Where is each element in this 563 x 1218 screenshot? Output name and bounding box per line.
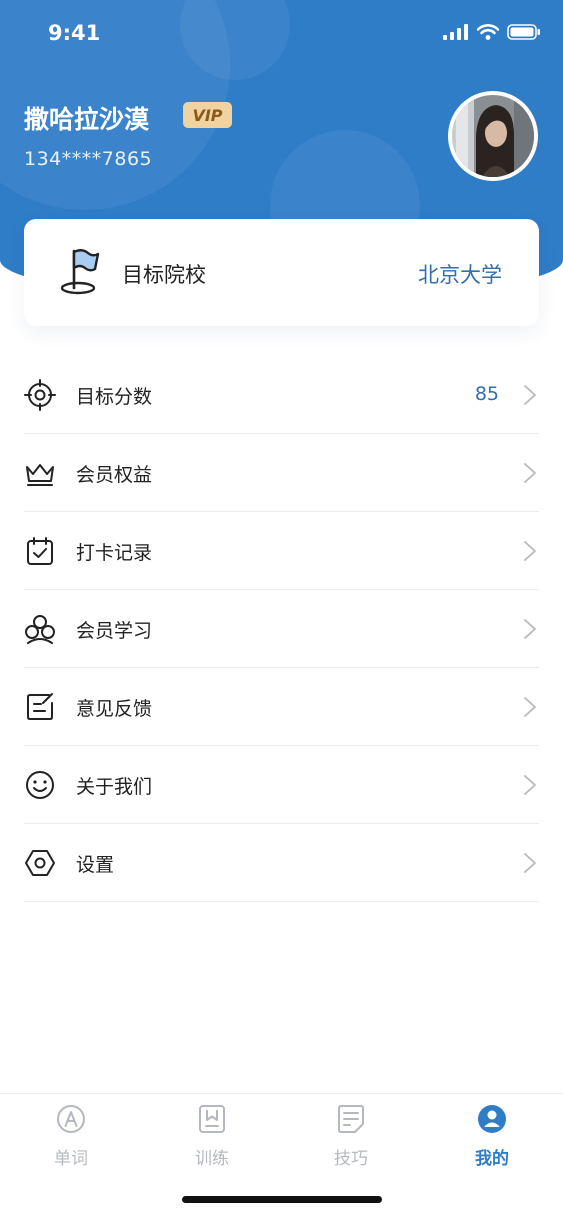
status-icons (443, 24, 541, 40)
menu-item-settings[interactable]: 设置 (24, 824, 539, 902)
tab-label: 我的 (475, 1149, 509, 1169)
group-icon (25, 615, 55, 644)
tab-label: 单词 (54, 1149, 88, 1169)
status-bar: 9:41 (0, 0, 563, 66)
menu-item-label: 意见反馈 (76, 698, 153, 720)
tab-label: 技巧 (334, 1149, 368, 1169)
menu-item-label: 关于我们 (76, 776, 153, 798)
tab-mine[interactable]: 我的 (452, 1102, 532, 1169)
avatar[interactable] (448, 91, 538, 181)
bookmark-book-icon (199, 1105, 225, 1133)
status-time: 9:41 (48, 21, 101, 45)
chevron-right-icon (524, 775, 536, 795)
feedback-icon (27, 693, 53, 720)
menu-item-label: 会员学习 (76, 620, 153, 642)
menu-item-target-score[interactable]: 目标分数 85 (24, 356, 539, 434)
calendar-check-icon (27, 537, 53, 565)
menu-item-member-benefits[interactable]: 会员权益 (24, 434, 539, 512)
crown-icon (26, 464, 54, 486)
battery-icon (507, 24, 540, 40)
menu-item-label: 打卡记录 (76, 542, 153, 564)
settings-icon (25, 850, 55, 876)
menu-item-member-study[interactable]: 会员学习 (24, 590, 539, 668)
target-school-label: 目标院校 (122, 263, 206, 287)
menu-item-label: 会员权益 (76, 464, 153, 486)
wifi-icon (477, 24, 499, 40)
home-indicator (182, 1196, 382, 1203)
chevron-right-icon (524, 385, 536, 405)
avatar-photo (452, 95, 534, 177)
target-icon (24, 379, 56, 411)
chevron-right-icon (524, 619, 536, 639)
profile-icon (478, 1105, 506, 1133)
user-name: 撒哈拉沙漠 (24, 105, 150, 134)
flag-icon (60, 249, 100, 295)
chevron-right-icon (524, 697, 536, 717)
menu-item-label: 设置 (76, 854, 115, 876)
user-phone: 134****7865 (24, 148, 153, 170)
chevron-right-icon (524, 541, 536, 561)
menu-list: 目标分数 85 会员权益 打卡记录 会员学习 意见反馈 关于我们 设置 (24, 356, 539, 902)
chevron-right-icon (524, 853, 536, 873)
notes-icon (338, 1105, 364, 1133)
menu-item-checkin-records[interactable]: 打卡记录 (24, 512, 539, 590)
chevron-right-icon (524, 463, 536, 483)
vip-badge: VIP (183, 102, 232, 128)
menu-item-feedback[interactable]: 意见反馈 (24, 668, 539, 746)
signal-icon (443, 24, 468, 40)
menu-item-about-us[interactable]: 关于我们 (24, 746, 539, 824)
tab-tips[interactable]: 技巧 (311, 1102, 391, 1169)
tab-label: 训练 (195, 1149, 229, 1169)
smile-icon (26, 771, 54, 799)
tab-words[interactable]: 单词 (31, 1102, 111, 1169)
menu-item-label: 目标分数 (76, 386, 153, 408)
word-icon (57, 1105, 85, 1133)
tab-training[interactable]: 训练 (172, 1102, 252, 1169)
target-school-card[interactable]: 目标院校 北京大学 (24, 219, 539, 326)
target-score-value: 85 (474, 383, 499, 405)
target-school-value: 北京大学 (418, 263, 502, 287)
